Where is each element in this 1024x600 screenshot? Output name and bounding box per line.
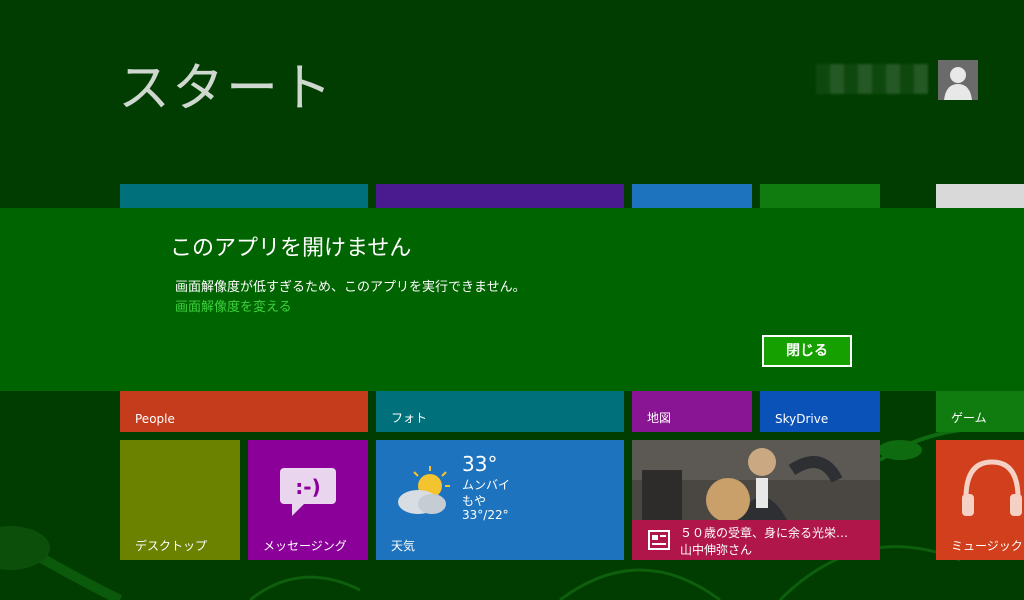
tile-messaging[interactable]: :-) メッセージング	[248, 440, 368, 560]
news-author: 山中伸弥さん	[680, 543, 753, 557]
weather-location: ムンバイ	[462, 478, 511, 492]
tile-messaging-label: メッセージング	[263, 539, 347, 553]
close-button[interactable]: 閉じる	[762, 335, 852, 367]
headphones-icon	[962, 459, 1022, 516]
error-dialog: このアプリを開けません 画面解像度が低すぎるため、このアプリを実行できません。 …	[0, 208, 1024, 391]
tile-desktop-label: デスクトップ	[135, 539, 208, 553]
tile-desktop[interactable]: デスクトップ	[120, 440, 240, 560]
user-name[interactable]	[816, 64, 928, 94]
user-icon	[944, 67, 972, 100]
weather-temperature: 33°	[462, 452, 498, 476]
tile-news[interactable]: ５０歳の受章、身に余る光栄… 山中伸弥さん	[632, 440, 880, 560]
news-caption: ５０歳の受章、身に余る光栄… 山中伸弥さん	[632, 520, 880, 560]
start-title: スタート	[118, 59, 335, 119]
tile-skydrive-label: SkyDrive	[775, 412, 829, 426]
dialog-message: 画面解像度が低すぎるため、このアプリを実行できません。	[175, 280, 526, 295]
tile-photos-label: フォト	[391, 411, 428, 425]
user-avatar[interactable]	[938, 60, 978, 100]
weather-range: 33°/22°	[462, 508, 509, 522]
tile-people-label: People	[135, 412, 175, 426]
cloud-sun-icon	[398, 466, 450, 514]
svg-text::-): :-)	[295, 475, 320, 499]
tile-maps-label: 地図	[647, 411, 672, 425]
change-resolution-link[interactable]: 画面解像度を変える	[175, 296, 292, 315]
news-headline: ５０歳の受章、身に余る光栄…	[680, 526, 849, 540]
news-icon	[648, 530, 670, 550]
tile-weather-label: 天気	[391, 539, 416, 553]
tile-music-label: ミュージック	[951, 539, 1023, 553]
chat-smiley-icon: :-)	[280, 468, 336, 516]
weather-condition: もや	[462, 494, 487, 508]
tile-music[interactable]: ミュージック	[936, 440, 1024, 560]
dialog-title: このアプリを開けません	[170, 236, 412, 261]
tile-games-label: ゲーム	[951, 411, 987, 425]
tile-weather[interactable]: 33° ムンバイ もや 33°/22° 天気	[376, 440, 624, 560]
